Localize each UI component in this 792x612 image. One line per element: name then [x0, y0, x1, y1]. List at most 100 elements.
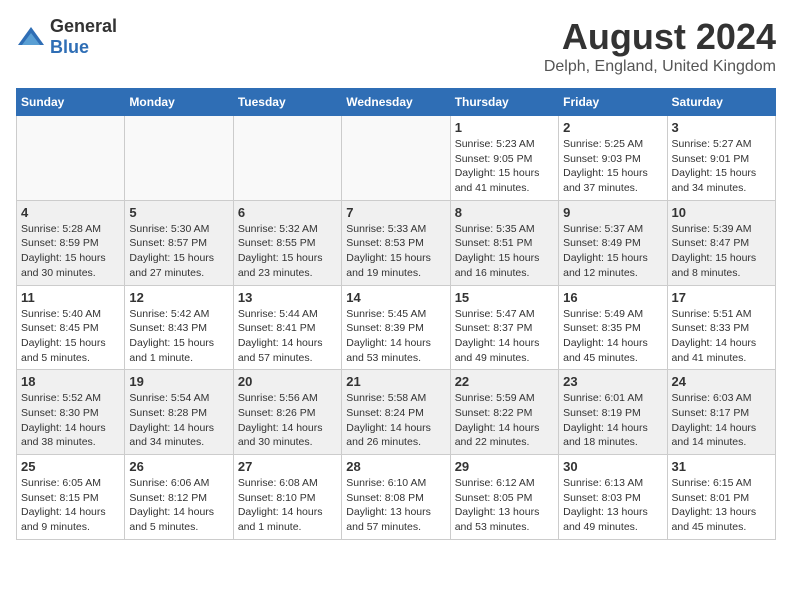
- day-detail: Sunrise: 5:30 AM Sunset: 8:57 PM Dayligh…: [129, 222, 228, 281]
- column-header-tuesday: Tuesday: [233, 89, 341, 116]
- day-detail: Sunrise: 5:35 AM Sunset: 8:51 PM Dayligh…: [455, 222, 554, 281]
- column-header-saturday: Saturday: [667, 89, 775, 116]
- calendar-cell: 17 Sunrise: 5:51 AM Sunset: 8:33 PM Dayli…: [667, 285, 775, 370]
- calendar-cell: 26Sunrise: 6:06 AM Sunset: 8:12 PM Dayli…: [125, 455, 233, 540]
- day-number: 12: [129, 290, 228, 305]
- column-header-wednesday: Wednesday: [342, 89, 450, 116]
- day-detail: Sunrise: 5:59 AM Sunset: 8:22 PM Dayligh…: [455, 391, 554, 450]
- day-number: 19: [129, 374, 228, 389]
- calendar-cell: 13 Sunrise: 5:44 AM Sunset: 8:41 PM Dayli…: [233, 285, 341, 370]
- day-number: 10: [672, 205, 771, 220]
- subtitle: Delph, England, United Kingdom: [544, 58, 776, 76]
- day-detail: Sunrise: 5:51 AM Sunset: 8:33 PM Dayligh…: [672, 307, 771, 366]
- day-number: 27: [238, 459, 337, 474]
- day-detail: Sunrise: 5:49 AM Sunset: 8:35 PM Dayligh…: [563, 307, 662, 366]
- calendar-cell: 22 Sunrise: 5:59 AM Sunset: 8:22 PM Dayli…: [450, 370, 558, 455]
- logo-blue: Blue: [50, 37, 89, 57]
- day-detail: Sunrise: 5:44 AM Sunset: 8:41 PM Dayligh…: [238, 307, 337, 366]
- day-number: 15: [455, 290, 554, 305]
- calendar-cell: [233, 116, 341, 201]
- calendar-cell: 18 Sunrise: 5:52 AM Sunset: 8:30 PM Dayli…: [17, 370, 125, 455]
- calendar-week-3: 11 Sunrise: 5:40 AM Sunset: 8:45 PM Dayli…: [17, 285, 776, 370]
- calendar-cell: 30 Sunrise: 6:13 AM Sunset: 8:03 PM Dayli…: [559, 455, 667, 540]
- day-number: 29: [455, 459, 554, 474]
- calendar-cell: 28 Sunrise: 6:10 AM Sunset: 8:08 PM Dayli…: [342, 455, 450, 540]
- column-header-monday: Monday: [125, 89, 233, 116]
- day-number: 23: [563, 374, 662, 389]
- calendar-cell: 5 Sunrise: 5:30 AM Sunset: 8:57 PM Daylig…: [125, 200, 233, 285]
- day-detail: Sunrise: 5:45 AM Sunset: 8:39 PM Dayligh…: [346, 307, 445, 366]
- calendar-week-5: 25 Sunrise: 6:05 AM Sunset: 8:15 PM Dayli…: [17, 455, 776, 540]
- calendar-cell: 20 Sunrise: 5:56 AM Sunset: 8:26 PM Dayli…: [233, 370, 341, 455]
- calendar-cell: [17, 116, 125, 201]
- day-number: 1: [455, 120, 554, 135]
- day-detail: Sunrise: 5:33 AM Sunset: 8:53 PM Dayligh…: [346, 222, 445, 281]
- calendar: SundayMondayTuesdayWednesdayThursdayFrid…: [16, 88, 776, 540]
- day-detail: Sunrise: 6:06 AM Sunset: 8:12 PM Dayligh…: [129, 476, 228, 535]
- calendar-cell: 19 Sunrise: 5:54 AM Sunset: 8:28 PM Dayli…: [125, 370, 233, 455]
- day-number: 5: [129, 205, 228, 220]
- title-block: August 2024 Delph, England, United Kingd…: [544, 16, 776, 76]
- day-number: 28: [346, 459, 445, 474]
- day-number: 9: [563, 205, 662, 220]
- page-header: General Blue August 2024 Delph, England,…: [16, 16, 776, 76]
- day-detail: Sunrise: 6:05 AM Sunset: 8:15 PM Dayligh…: [21, 476, 120, 535]
- day-number: 31: [672, 459, 771, 474]
- calendar-cell: 23 Sunrise: 6:01 AM Sunset: 8:19 PM Dayli…: [559, 370, 667, 455]
- calendar-cell: 16 Sunrise: 5:49 AM Sunset: 8:35 PM Dayli…: [559, 285, 667, 370]
- day-detail: Sunrise: 6:10 AM Sunset: 8:08 PM Dayligh…: [346, 476, 445, 535]
- calendar-cell: 10 Sunrise: 5:39 AM Sunset: 8:47 PM Dayli…: [667, 200, 775, 285]
- day-number: 20: [238, 374, 337, 389]
- day-detail: Sunrise: 6:13 AM Sunset: 8:03 PM Dayligh…: [563, 476, 662, 535]
- main-title: August 2024: [544, 16, 776, 58]
- calendar-cell: [342, 116, 450, 201]
- day-number: 17: [672, 290, 771, 305]
- calendar-cell: 6Sunrise: 5:32 AM Sunset: 8:55 PM Daylig…: [233, 200, 341, 285]
- calendar-cell: 29 Sunrise: 6:12 AM Sunset: 8:05 PM Dayli…: [450, 455, 558, 540]
- day-number: 18: [21, 374, 120, 389]
- day-detail: Sunrise: 5:52 AM Sunset: 8:30 PM Dayligh…: [21, 391, 120, 450]
- day-number: 30: [563, 459, 662, 474]
- day-detail: Sunrise: 5:54 AM Sunset: 8:28 PM Dayligh…: [129, 391, 228, 450]
- calendar-cell: 3 Sunrise: 5:27 AM Sunset: 9:01 PM Daylig…: [667, 116, 775, 201]
- calendar-cell: 31Sunrise: 6:15 AM Sunset: 8:01 PM Dayli…: [667, 455, 775, 540]
- calendar-cell: 14Sunrise: 5:45 AM Sunset: 8:39 PM Dayli…: [342, 285, 450, 370]
- calendar-cell: 7Sunrise: 5:33 AM Sunset: 8:53 PM Daylig…: [342, 200, 450, 285]
- day-detail: Sunrise: 6:08 AM Sunset: 8:10 PM Dayligh…: [238, 476, 337, 535]
- logo-general: General: [50, 16, 117, 36]
- day-number: 13: [238, 290, 337, 305]
- day-detail: Sunrise: 5:40 AM Sunset: 8:45 PM Dayligh…: [21, 307, 120, 366]
- day-detail: Sunrise: 5:47 AM Sunset: 8:37 PM Dayligh…: [455, 307, 554, 366]
- calendar-week-1: 1 Sunrise: 5:23 AM Sunset: 9:05 PM Daylig…: [17, 116, 776, 201]
- calendar-cell: 9Sunrise: 5:37 AM Sunset: 8:49 PM Daylig…: [559, 200, 667, 285]
- day-detail: Sunrise: 6:12 AM Sunset: 8:05 PM Dayligh…: [455, 476, 554, 535]
- day-detail: Sunrise: 5:28 AM Sunset: 8:59 PM Dayligh…: [21, 222, 120, 281]
- calendar-cell: 11 Sunrise: 5:40 AM Sunset: 8:45 PM Dayli…: [17, 285, 125, 370]
- calendar-cell: [125, 116, 233, 201]
- day-detail: Sunrise: 5:39 AM Sunset: 8:47 PM Dayligh…: [672, 222, 771, 281]
- calendar-cell: 8Sunrise: 5:35 AM Sunset: 8:51 PM Daylig…: [450, 200, 558, 285]
- day-detail: Sunrise: 5:23 AM Sunset: 9:05 PM Dayligh…: [455, 137, 554, 196]
- day-number: 11: [21, 290, 120, 305]
- day-detail: Sunrise: 5:25 AM Sunset: 9:03 PM Dayligh…: [563, 137, 662, 196]
- day-number: 4: [21, 205, 120, 220]
- calendar-cell: 27 Sunrise: 6:08 AM Sunset: 8:10 PM Dayli…: [233, 455, 341, 540]
- calendar-cell: 12 Sunrise: 5:42 AM Sunset: 8:43 PM Dayli…: [125, 285, 233, 370]
- day-number: 21: [346, 374, 445, 389]
- day-detail: Sunrise: 5:42 AM Sunset: 8:43 PM Dayligh…: [129, 307, 228, 366]
- day-number: 22: [455, 374, 554, 389]
- day-number: 25: [21, 459, 120, 474]
- day-detail: Sunrise: 5:32 AM Sunset: 8:55 PM Dayligh…: [238, 222, 337, 281]
- calendar-cell: 24Sunrise: 6:03 AM Sunset: 8:17 PM Dayli…: [667, 370, 775, 455]
- calendar-cell: 15 Sunrise: 5:47 AM Sunset: 8:37 PM Dayli…: [450, 285, 558, 370]
- day-number: 3: [672, 120, 771, 135]
- column-header-thursday: Thursday: [450, 89, 558, 116]
- day-number: 16: [563, 290, 662, 305]
- logo-icon: [16, 25, 46, 49]
- day-detail: Sunrise: 6:01 AM Sunset: 8:19 PM Dayligh…: [563, 391, 662, 450]
- day-detail: Sunrise: 5:56 AM Sunset: 8:26 PM Dayligh…: [238, 391, 337, 450]
- column-header-friday: Friday: [559, 89, 667, 116]
- calendar-week-2: 4 Sunrise: 5:28 AM Sunset: 8:59 PM Daylig…: [17, 200, 776, 285]
- day-detail: Sunrise: 5:58 AM Sunset: 8:24 PM Dayligh…: [346, 391, 445, 450]
- day-detail: Sunrise: 5:27 AM Sunset: 9:01 PM Dayligh…: [672, 137, 771, 196]
